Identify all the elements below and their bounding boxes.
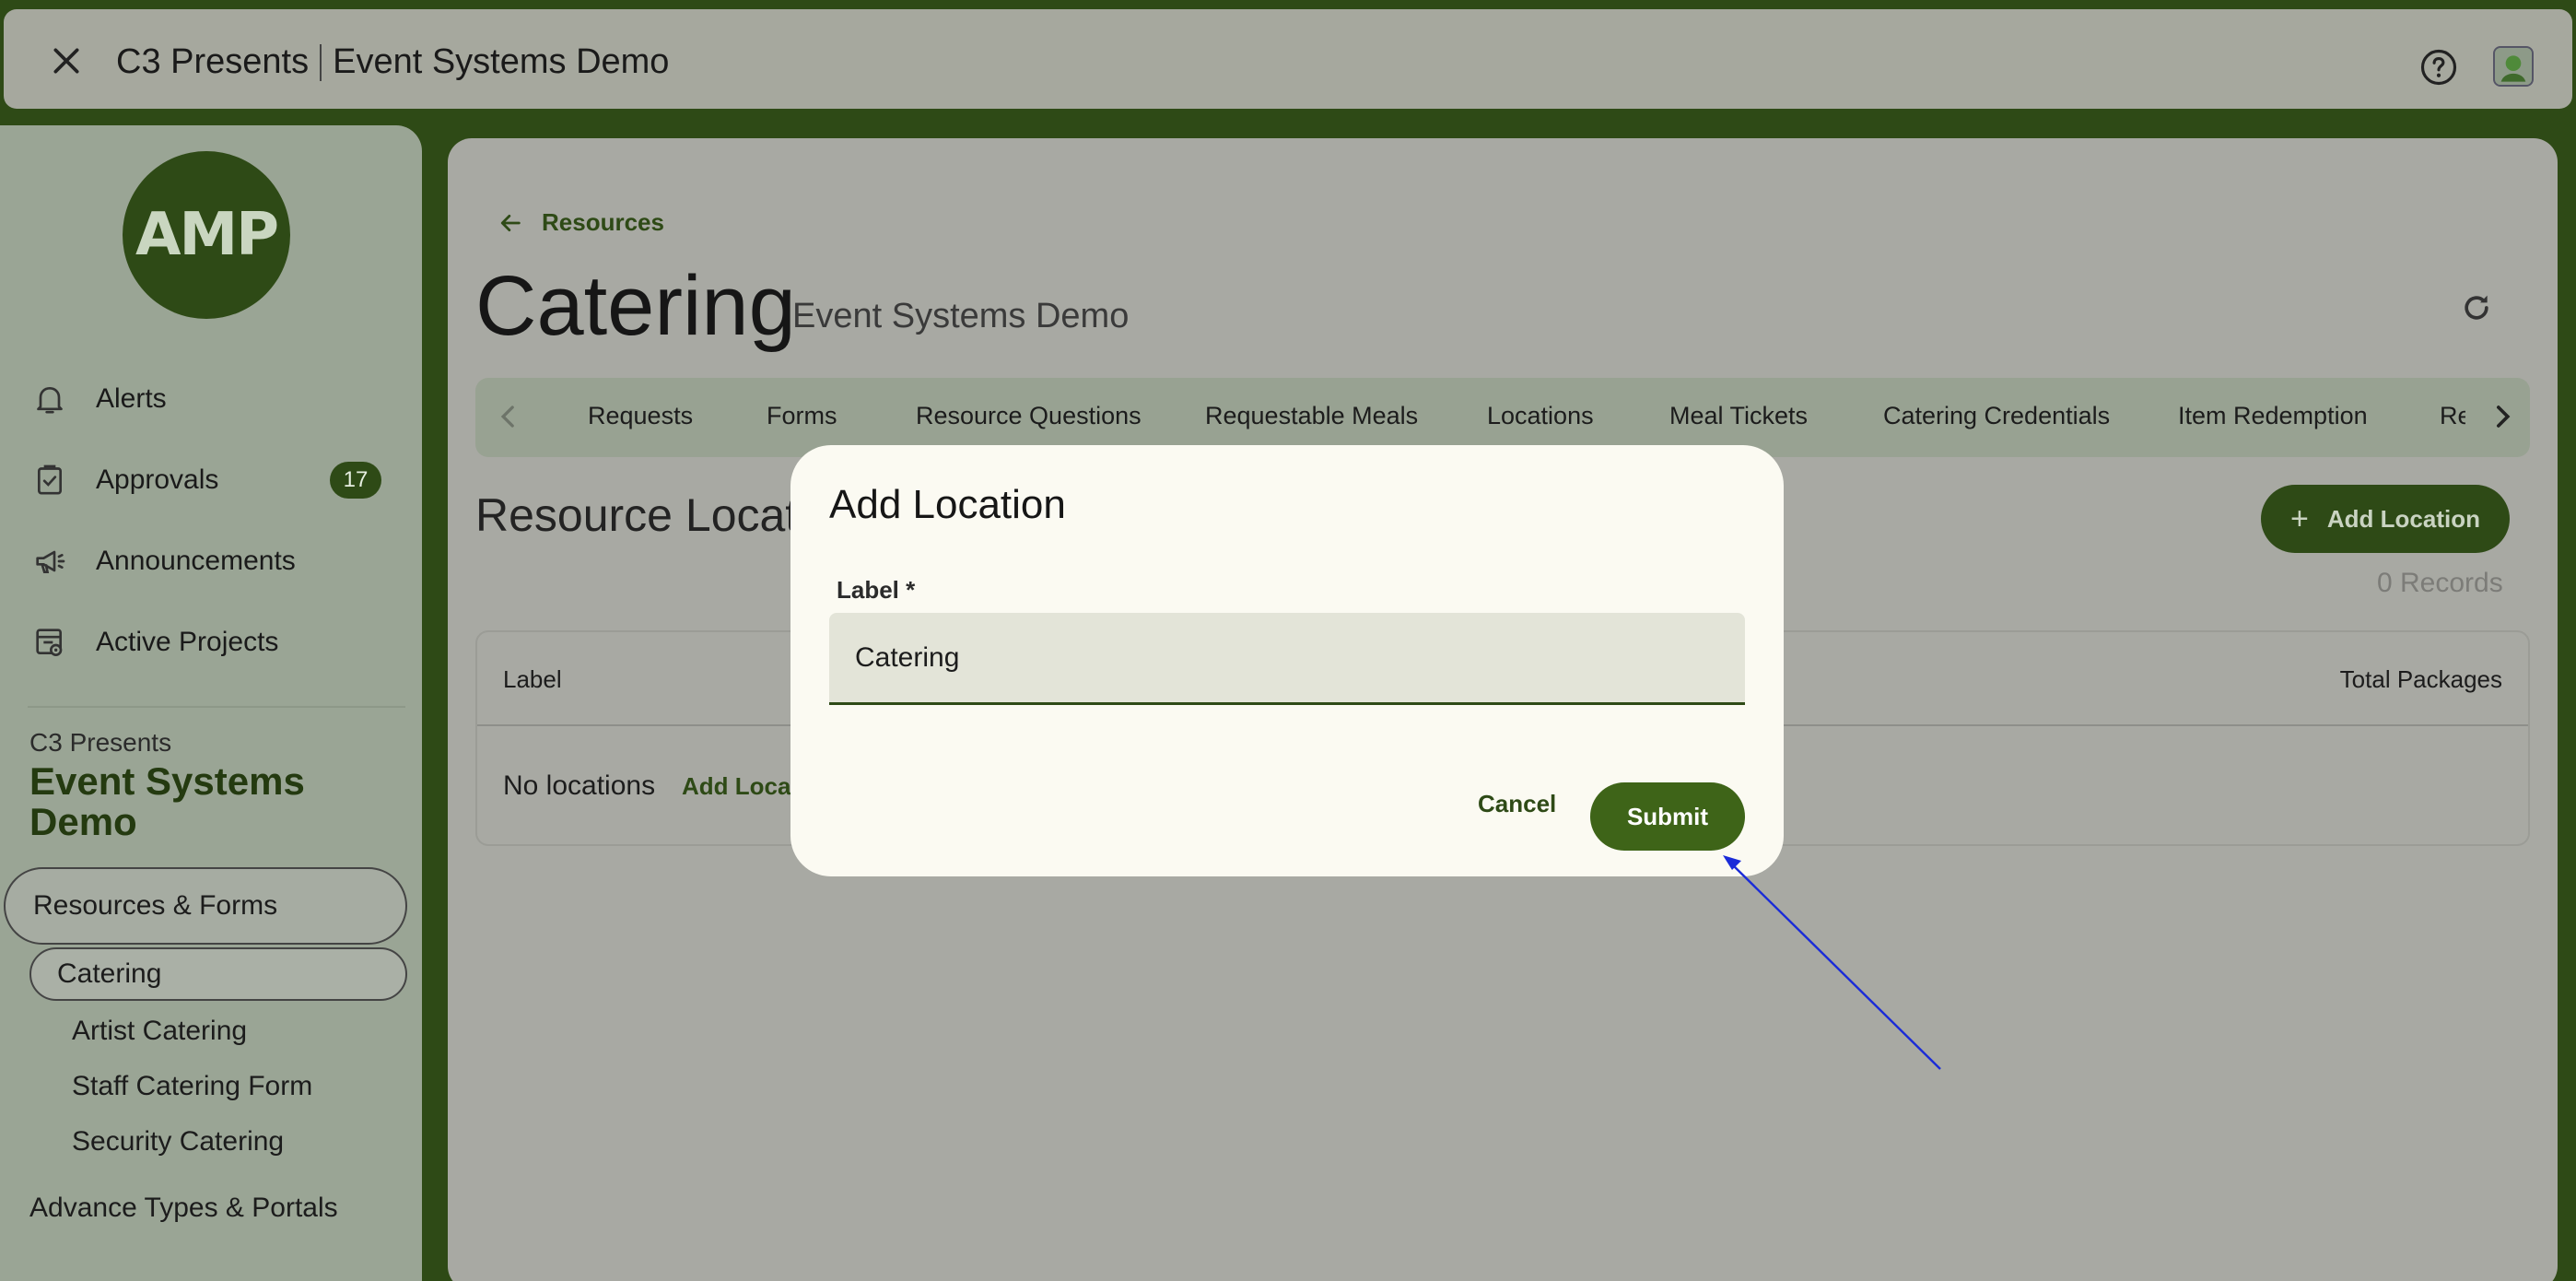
plus-icon: + <box>2290 500 2309 536</box>
cancel-button[interactable]: Cancel <box>1472 784 1562 824</box>
back-to-resources-link[interactable]: Resources <box>498 208 664 237</box>
label-input[interactable]: Catering <box>829 613 1745 705</box>
page-title: Catering <box>475 259 796 353</box>
sidebar-item-label: Announcements <box>96 546 296 576</box>
tab-requests[interactable]: Requests <box>588 402 693 430</box>
sidebar-item-label: Approvals <box>96 464 219 495</box>
add-location-dialog: Add Location Label * Catering Cancel Sub… <box>790 445 1784 876</box>
tab-forms[interactable]: Forms <box>767 402 837 430</box>
tab-requestable-meals[interactable]: Requestable Meals <box>1205 402 1418 430</box>
sidebar-item-resources-forms[interactable]: Resources & Forms <box>4 867 407 945</box>
arrow-left-icon <box>500 214 521 231</box>
submit-button[interactable]: Submit <box>1590 782 1745 851</box>
dialog-title: Add Location <box>829 482 1066 527</box>
add-location-label: Add Location <box>2326 504 2480 533</box>
sidebar: AMP Alerts Approvals 17 Announcements Ac… <box>0 125 422 1281</box>
sidebar-item-staff-catering-form[interactable]: Staff Catering Form <box>72 1071 312 1102</box>
empty-state-add-link[interactable]: Add Locat <box>682 772 792 801</box>
tab-catering-credentials[interactable]: Catering Credentials <box>1883 402 2110 430</box>
sidebar-item-security-catering[interactable]: Security Catering <box>72 1126 284 1158</box>
column-header-total-packages[interactable]: Total Packages <box>2340 665 2502 694</box>
sidebar-org-name: C3 Presents <box>29 728 172 757</box>
records-count: 0 Records <box>2377 568 2503 598</box>
tab-item-redemption[interactable]: Item Redemption <box>2178 402 2368 430</box>
sidebar-item-label: Active Projects <box>96 627 279 657</box>
close-icon[interactable] <box>48 42 85 79</box>
chevron-left-icon[interactable] <box>490 398 527 435</box>
help-icon[interactable] <box>2419 48 2458 87</box>
sidebar-item-catering[interactable]: Catering <box>29 947 407 1001</box>
logo-text: AMP <box>135 201 279 269</box>
chevron-right-icon[interactable] <box>2484 398 2521 435</box>
tab-locations[interactable]: Locations <box>1487 402 1594 430</box>
sidebar-item-advance-types[interactable]: Advance Types & Portals <box>29 1193 338 1224</box>
sidebar-item-active-projects[interactable]: Active Projects <box>31 615 278 670</box>
project-icon <box>36 629 63 657</box>
sidebar-divider <box>28 706 405 708</box>
back-link-label: Resources <box>542 208 664 236</box>
top-bar: C3 Presents Event Systems Demo <box>4 9 2572 109</box>
tab-meal-tickets[interactable]: Meal Tickets <box>1669 402 1808 430</box>
user-avatar[interactable] <box>2493 46 2534 87</box>
tab-truncated[interactable]: Re <box>2440 402 2465 430</box>
title-separator <box>320 43 322 81</box>
refresh-icon[interactable] <box>2458 289 2495 326</box>
section-title: Resource Locat <box>475 489 799 541</box>
avatar-icon <box>2495 48 2532 85</box>
sidebar-item-label: Alerts <box>96 383 167 414</box>
approvals-count-badge: 17 <box>330 462 381 499</box>
sidebar-item-artist-catering[interactable]: Artist Catering <box>72 1016 247 1047</box>
header-org: C3 Presents <box>116 42 310 81</box>
label-field-label: Label * <box>837 576 916 604</box>
sidebar-item-announcements[interactable]: Announcements <box>31 534 296 589</box>
add-location-button[interactable]: + Add Location <box>2261 485 2510 553</box>
amp-logo: AMP <box>123 151 290 319</box>
bell-icon <box>37 387 63 414</box>
column-header-label[interactable]: Label <box>503 665 562 694</box>
sidebar-event-name: Event Systems Demo <box>29 759 305 843</box>
sidebar-item-alerts[interactable]: Alerts <box>31 371 167 427</box>
empty-state-text: No locations <box>503 770 656 801</box>
app-title: C3 Presents Event Systems Demo <box>116 42 669 82</box>
header-event: Event Systems Demo <box>333 42 670 81</box>
megaphone-icon <box>36 550 65 573</box>
clipboard-check-icon <box>38 464 62 495</box>
tab-resource-questions[interactable]: Resource Questions <box>916 402 1142 430</box>
page-subtitle: Event Systems Demo <box>792 297 1130 335</box>
